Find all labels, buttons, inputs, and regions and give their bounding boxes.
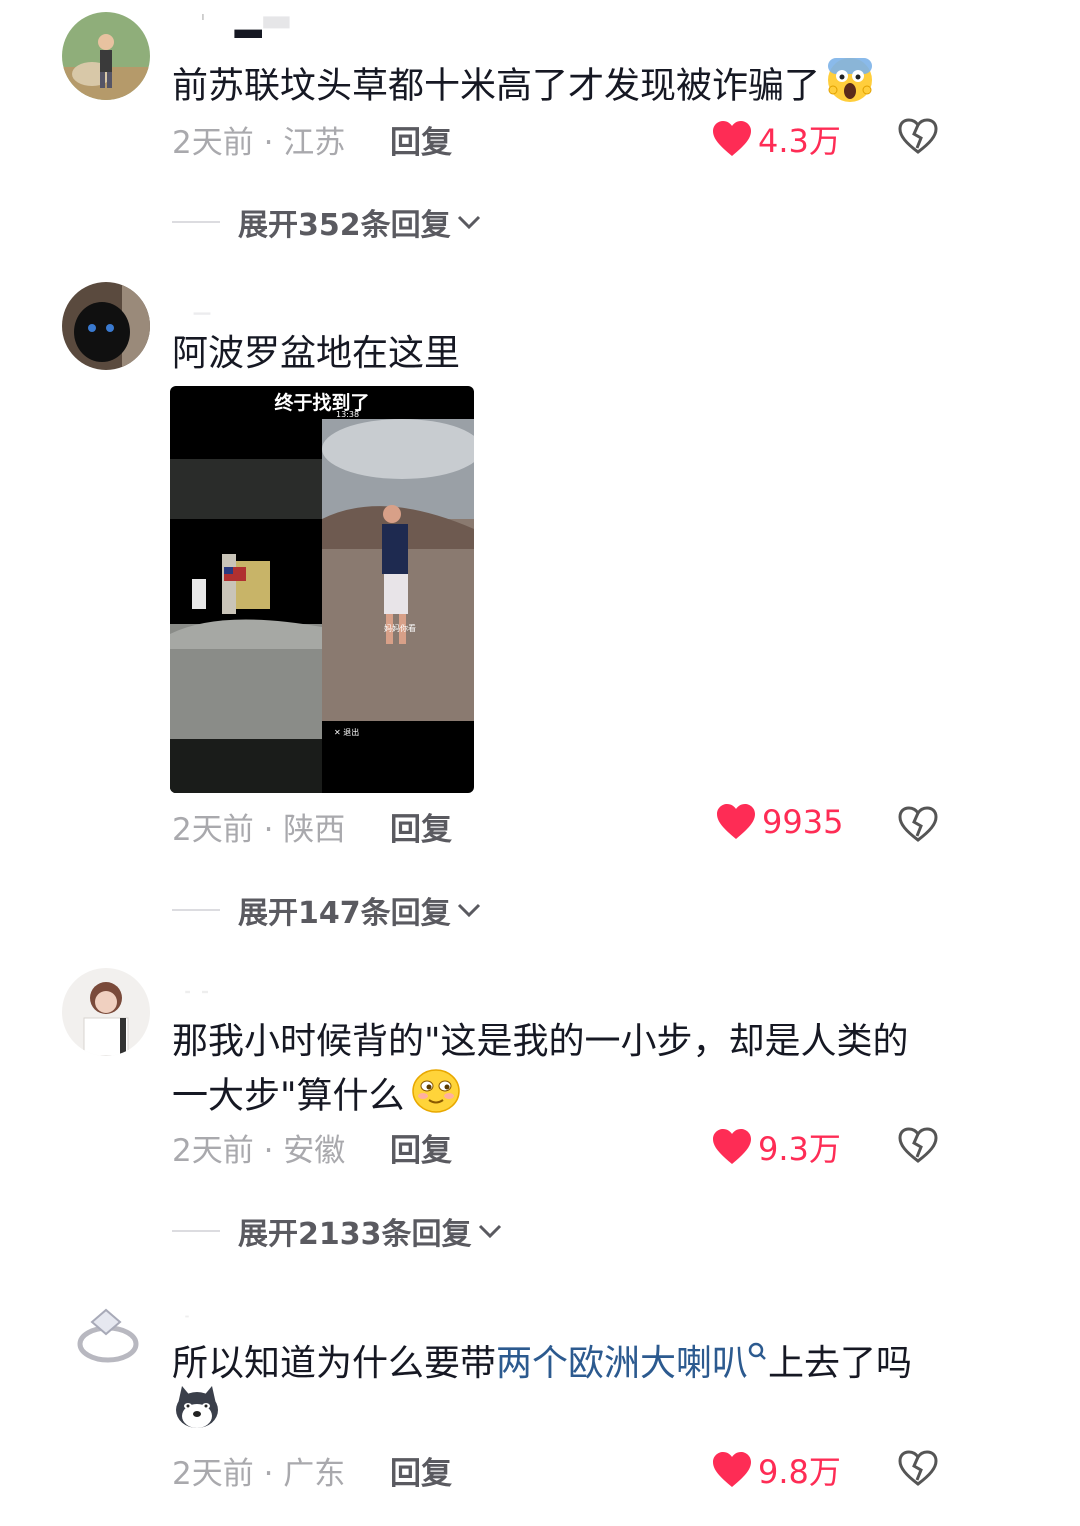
expand-replies-button[interactable]: 展开2133条回复: [172, 1209, 504, 1253]
reply-button[interactable]: 回复: [390, 804, 452, 849]
like-count: 9935: [762, 803, 844, 841]
video-subtitle: 妈妈你看: [384, 624, 416, 633]
hashtag-link[interactable]: 两个欧洲大喇叭: [496, 1343, 748, 1384]
like-count: 9.8万: [758, 1453, 841, 1491]
broken-heart-icon[interactable]: [898, 118, 938, 154]
search-icon[interactable]: [748, 1342, 768, 1384]
comment-text: 所以知道为什么要带两个欧洲大喇叭 上去了吗: [172, 1342, 913, 1384]
like-count: 9.3万: [758, 1130, 841, 1168]
comment-text-line2: 一大步"算什么: [172, 1066, 461, 1129]
divider-line: [172, 221, 220, 223]
reply-button[interactable]: 回复: [390, 117, 452, 162]
time-location: 2天前 · 安徽: [172, 1133, 346, 1169]
dog-emoji-icon: [172, 1386, 222, 1439]
exit-label[interactable]: ✕ 退出: [334, 727, 359, 738]
username-redacted: [185, 990, 208, 994]
heart-icon: [713, 121, 751, 156]
username-redacted: [185, 1315, 189, 1318]
comment-image[interactable]: 终于找到了 13:38 妈妈你看 ✕ 退出: [170, 386, 474, 793]
reply-button[interactable]: 回复: [390, 1125, 452, 1170]
comment-text: 阿波罗盆地在这里: [172, 333, 461, 374]
comment-emoji-line: [172, 1384, 222, 1445]
heart-icon: [713, 1452, 751, 1487]
divider-line: [172, 1230, 220, 1232]
comment-text-line1: 那我小时候背的"这是我的一小步，却是人类的: [172, 1021, 909, 1062]
user-avatar[interactable]: [62, 1292, 150, 1380]
user-avatar[interactable]: [62, 282, 150, 370]
heart-icon: [717, 804, 755, 839]
image-caption: 终于找到了: [274, 392, 370, 414]
like-button[interactable]: 9935: [716, 803, 843, 841]
expand-replies-button[interactable]: 展开147条回复: [172, 888, 483, 932]
broken-heart-icon[interactable]: [898, 1450, 938, 1486]
time-location: 2天前 · 广东: [172, 1456, 346, 1492]
moon-landing-photo: [170, 459, 322, 793]
expand-label: 展开2133条回复: [238, 1217, 472, 1252]
scream-emoji-icon: [826, 56, 874, 119]
chevron-down-icon: [457, 903, 480, 918]
expand-replies-button[interactable]: 展开352条回复: [172, 200, 483, 244]
username-redacted: [202, 14, 290, 38]
time-location: 2天前 · 江苏: [172, 125, 346, 161]
heart-icon: [713, 1129, 751, 1164]
like-button[interactable]: 9.8万: [712, 1447, 841, 1493]
smirk-emoji-icon: [411, 1066, 461, 1129]
like-button[interactable]: 4.3万: [712, 116, 841, 162]
user-avatar[interactable]: [62, 12, 150, 100]
like-button[interactable]: 9.3万: [712, 1124, 841, 1170]
time-location: 2天前 · 陕西: [172, 812, 346, 848]
divider-line: [172, 909, 220, 911]
chevron-down-icon: [478, 1224, 501, 1239]
username-redacted: [193, 312, 211, 315]
user-avatar[interactable]: [62, 968, 150, 1056]
reply-button[interactable]: 回复: [390, 1448, 452, 1493]
broken-heart-icon[interactable]: [898, 1127, 938, 1163]
expand-label: 展开352条回复: [238, 208, 451, 243]
chevron-down-icon: [457, 215, 480, 230]
broken-heart-icon[interactable]: [898, 806, 938, 842]
comment-text: 前苏联坟头草都十米高了才发现被诈骗了: [172, 56, 874, 119]
volcano-photo: [322, 419, 474, 721]
expand-label: 展开147条回复: [238, 896, 451, 931]
status-time: 13:38: [336, 410, 360, 419]
like-count: 4.3万: [758, 122, 841, 160]
